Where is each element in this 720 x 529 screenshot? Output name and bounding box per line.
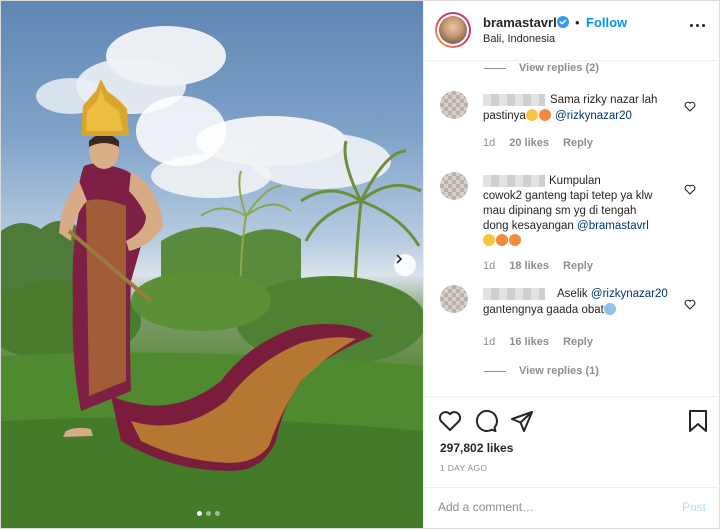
commenter-avatar[interactable] xyxy=(440,91,468,119)
commenter-avatar[interactable] xyxy=(440,172,468,200)
bookmark-icon xyxy=(689,410,707,432)
comment-meta: 1d 16 likes Reply xyxy=(483,336,593,348)
chevron-right-icon xyxy=(396,254,403,264)
comment-text-line: Sama rizky nazar lah xyxy=(550,94,658,106)
comment-time[interactable]: 1d xyxy=(483,336,495,348)
comment-text-line: mau dipinang sm yg di tengah xyxy=(483,205,637,217)
post-photo[interactable] xyxy=(1,1,423,528)
comment-reply-button[interactable]: Reply xyxy=(563,336,593,348)
emoji-heart-eyes-icon xyxy=(538,109,551,121)
emoji-heart-eyes-icon xyxy=(509,234,521,246)
comment-reply-button[interactable]: Reply xyxy=(563,260,593,272)
comment-likes[interactable]: 20 likes xyxy=(509,137,549,149)
comment-like-heart-icon[interactable] xyxy=(684,184,696,195)
comment-meta: 1d 18 likes Reply xyxy=(483,260,593,272)
commenter-name-redacted[interactable] xyxy=(483,94,545,106)
comment-time[interactable]: 1d xyxy=(483,260,495,272)
comment-text: Aselik @rizkynazar20 xyxy=(557,287,668,303)
commenter-name-redacted[interactable] xyxy=(483,288,545,300)
follow-button[interactable]: Follow xyxy=(586,15,627,30)
comment-text: pastinya @rizkynazar20 xyxy=(483,109,632,125)
comment-mention[interactable]: @rizkynazar20 xyxy=(591,288,668,300)
emoji-crying-icon xyxy=(603,303,616,315)
comment-like-heart-icon[interactable] xyxy=(684,101,696,112)
username[interactable]: bramastavrl xyxy=(483,15,557,30)
share-button[interactable] xyxy=(510,409,534,433)
add-comment-bar: Post xyxy=(424,487,720,529)
view-replies-label: View replies (1) xyxy=(519,365,599,377)
comment-text-line: Aselik xyxy=(557,288,588,300)
follow-separator: • xyxy=(575,15,580,30)
share-icon xyxy=(511,411,533,432)
comment-likes[interactable]: 16 likes xyxy=(509,336,549,348)
comment-meta: 1d 20 likes Reply xyxy=(483,137,593,149)
view-replies-button[interactable]: View replies (2) xyxy=(484,61,599,76)
next-photo-button[interactable] xyxy=(394,254,416,276)
post-side-panel: bramastavrl • Follow Bali, Indonesia Vie… xyxy=(423,1,720,528)
view-replies-button[interactable]: View replies (1) xyxy=(484,363,599,379)
comment-text: gantengnya gaada obat xyxy=(483,303,617,319)
comment-text: dong kesayangan @bramastavrl xyxy=(483,219,649,235)
like-button[interactable] xyxy=(438,409,462,433)
comment-icon xyxy=(475,409,498,432)
emoji-smile-icon xyxy=(483,234,495,246)
comment-mention[interactable]: @bramastavrl xyxy=(577,220,649,232)
likes-count[interactable]: 297,802 likes xyxy=(440,441,513,455)
carousel-dot-active xyxy=(197,511,202,516)
photo-illustration xyxy=(1,26,423,528)
location-link[interactable]: Bali, Indonesia xyxy=(483,33,555,45)
carousel-dot xyxy=(215,511,220,516)
comment-text-line: pastinya xyxy=(483,110,526,122)
comment-text-line: cowok2 ganteng tapi tetep ya klw xyxy=(483,190,653,202)
comment-text-line: Kumpulan xyxy=(549,175,601,187)
comment-likes[interactable]: 18 likes xyxy=(509,260,549,272)
comment-emojis xyxy=(483,234,522,250)
emoji-thinking-icon xyxy=(525,109,538,121)
carousel-indicator xyxy=(197,511,220,516)
heart-icon xyxy=(438,411,462,431)
comment-button[interactable] xyxy=(474,409,498,433)
verified-badge-icon xyxy=(557,16,569,28)
emoji-heart-eyes-icon xyxy=(496,234,508,246)
more-options-icon[interactable] xyxy=(690,24,706,30)
comments-list[interactable]: View replies (2) Sama rizky nazar lah pa… xyxy=(424,61,720,396)
comment-mention[interactable]: @rizkynazar20 xyxy=(555,110,632,122)
commenter-avatar[interactable] xyxy=(440,285,468,313)
comment-like-heart-icon[interactable] xyxy=(684,299,696,310)
post-header: bramastavrl • Follow Bali, Indonesia xyxy=(424,1,720,61)
comment-time[interactable]: 1d xyxy=(483,137,495,149)
view-replies-label: View replies (2) xyxy=(519,62,599,74)
comment-reply-button[interactable]: Reply xyxy=(563,137,593,149)
avatar[interactable] xyxy=(435,12,471,48)
comment-text-line: dong kesayangan xyxy=(483,220,574,232)
save-button[interactable] xyxy=(686,409,710,433)
add-comment-input[interactable] xyxy=(438,500,658,514)
post-timestamp[interactable]: 1 DAY AGO xyxy=(440,463,487,473)
post-actions: 297,802 likes 1 DAY AGO Post xyxy=(424,396,720,528)
action-icon-row xyxy=(438,409,534,433)
post-comment-button[interactable]: Post xyxy=(682,500,706,514)
comment-text-line: gantengnya gaada obat xyxy=(483,304,604,316)
commenter-name-redacted[interactable] xyxy=(483,175,545,187)
carousel-dot xyxy=(206,511,211,516)
